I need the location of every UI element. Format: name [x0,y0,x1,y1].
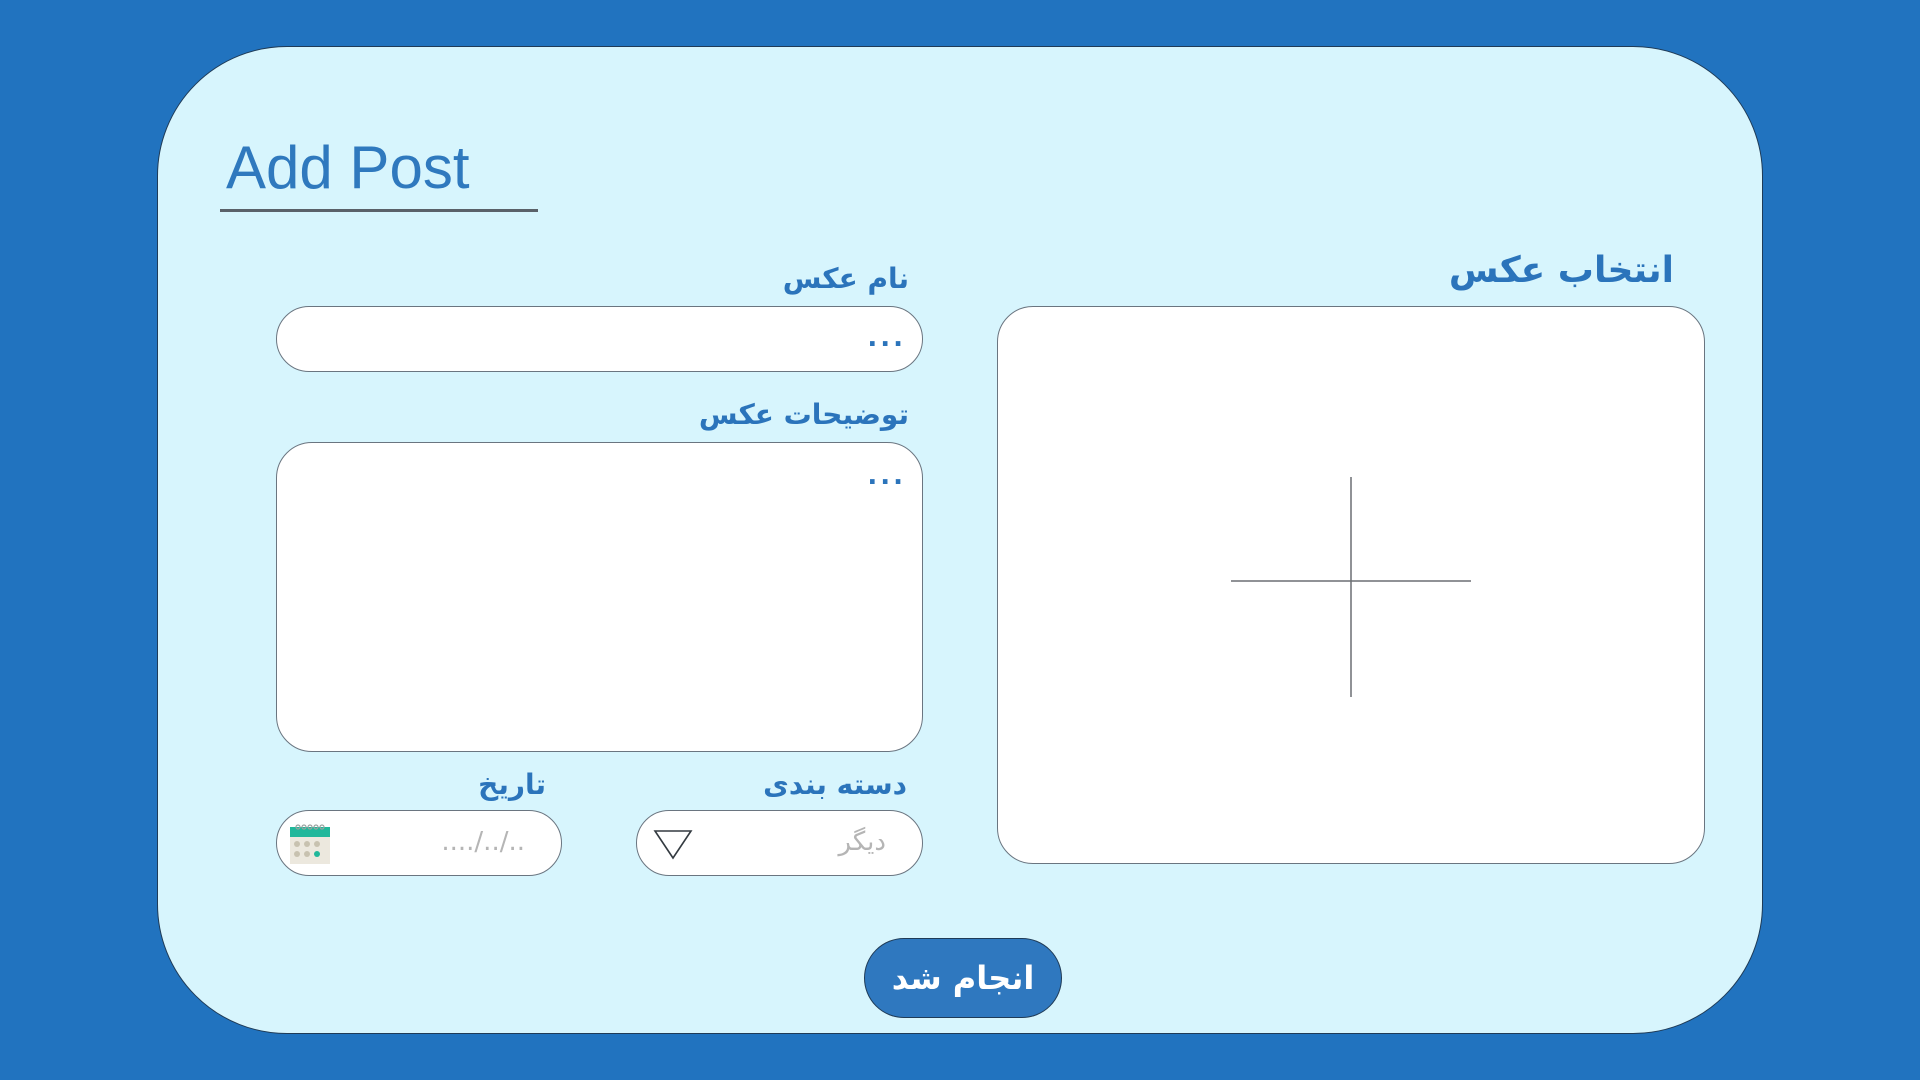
date-label: تاریخ [478,768,546,801]
category-label: دسته بندی [763,768,907,801]
description-field[interactable]: ... [276,442,923,752]
category-selected-value: دیگر [838,827,886,857]
date-placeholder: ..../../.. [441,827,525,857]
description-placeholder: ... [867,461,906,491]
plus-icon[interactable] [1231,477,1471,697]
image-upload-area[interactable] [997,306,1705,864]
date-field[interactable]: ..../../.. [276,810,562,876]
select-image-label: انتخاب عکس [1448,250,1674,291]
title-underline [220,209,538,212]
description-label: توضیحات عکس [698,398,909,431]
image-name-field[interactable]: ... [276,306,923,372]
triangle-down-icon[interactable] [653,829,693,861]
page-title: Add Post [226,134,470,201]
image-name-label: نام عکس [782,262,909,295]
image-name-placeholder: ... [867,323,906,353]
done-button[interactable]: انجام شد [864,938,1062,1018]
calendar-icon[interactable] [289,823,331,865]
category-select[interactable]: دیگر [636,810,923,876]
